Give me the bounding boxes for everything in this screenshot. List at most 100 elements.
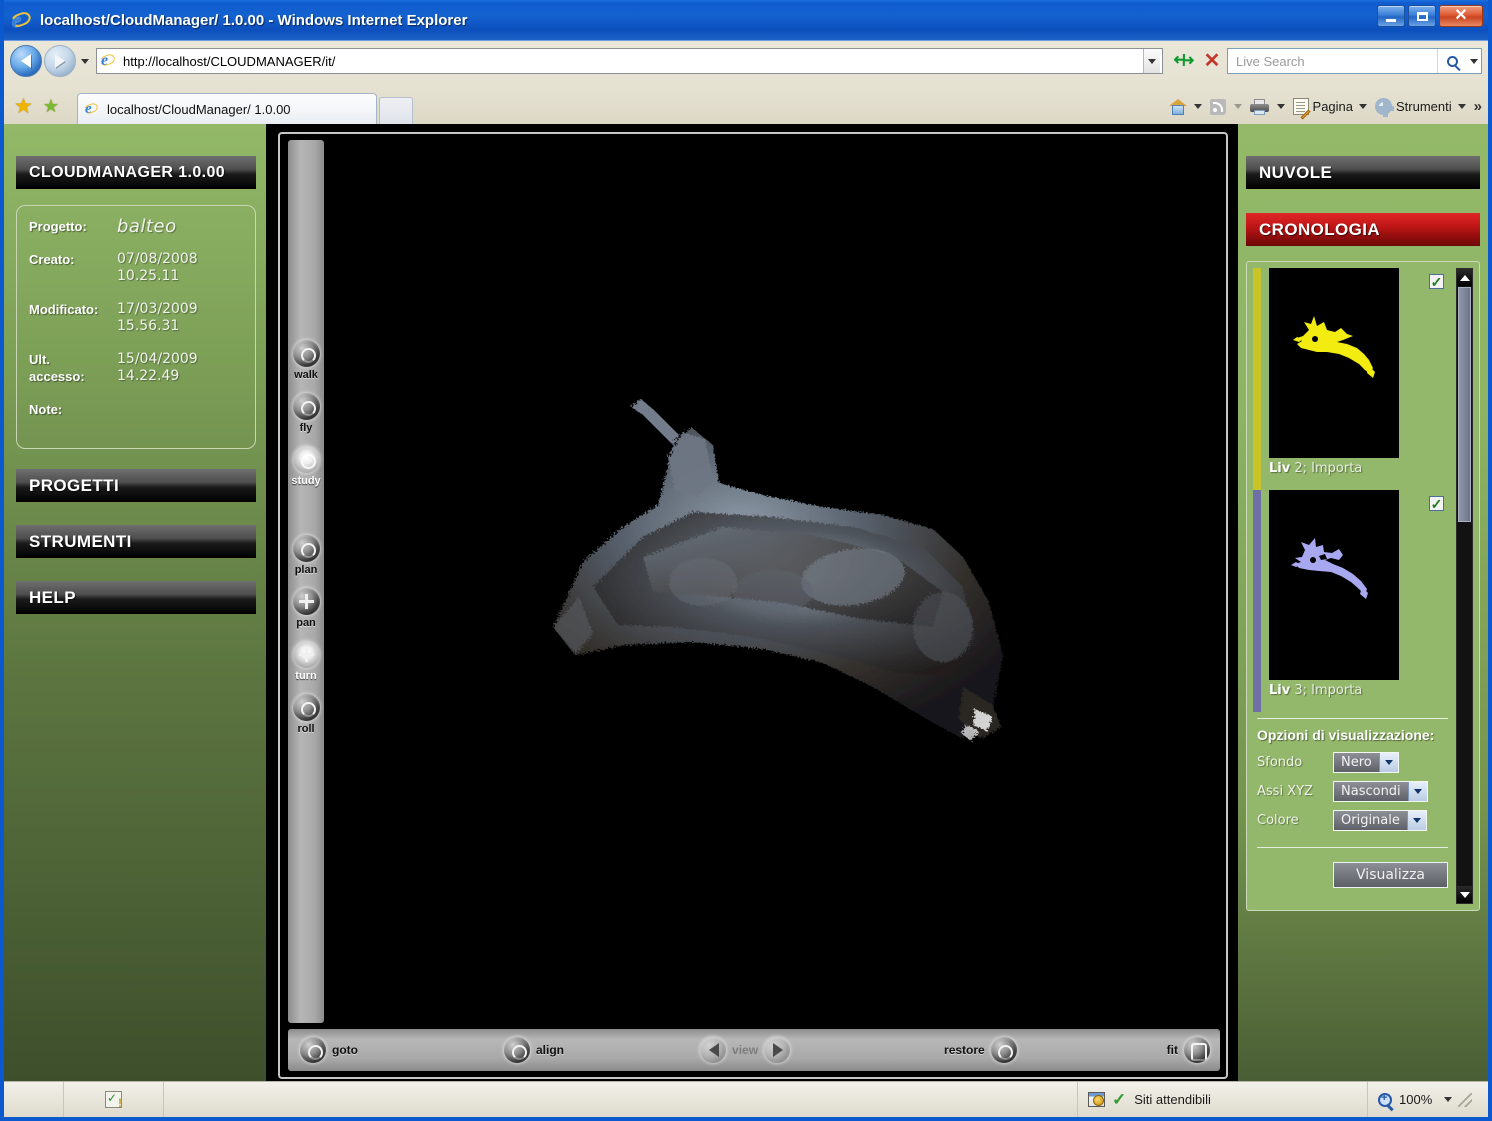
tabs-container: e localhost/CloudManager/ 1.0.00	[76, 93, 1165, 125]
tab-cloudmanager[interactable]: e localhost/CloudManager/ 1.0.00	[76, 93, 377, 125]
align-button[interactable]: align	[504, 1037, 570, 1063]
layer-visibility-checkbox[interactable]: ✓	[1429, 496, 1444, 511]
print-button[interactable]	[1246, 97, 1289, 117]
option-row-sfondo: Sfondo Nero	[1257, 752, 1448, 773]
zoom-dropdown-icon[interactable]	[1444, 1097, 1453, 1102]
model-viewer: walk fly study plan pan turn roll goto a…	[278, 132, 1228, 1079]
tool-pan[interactable]: pan	[288, 588, 324, 629]
sidebar-item-progetti[interactable]: PROGETTI	[16, 469, 256, 502]
search-box[interactable]: Live Search	[1227, 48, 1482, 74]
scroll-down-button[interactable]	[1457, 886, 1472, 903]
sfondo-select[interactable]: Nero	[1333, 752, 1399, 773]
tool-walk[interactable]: walk	[288, 340, 324, 381]
navigation-toolstrip: walk fly study plan pan turn roll	[288, 140, 324, 1023]
search-input[interactable]: Live Search	[1228, 54, 1437, 69]
scroll-up-button[interactable]	[1457, 269, 1472, 286]
restore-button[interactable]: restore	[938, 1037, 1017, 1063]
sidebar-item-help[interactable]: HELP	[16, 581, 256, 614]
render-canvas[interactable]	[326, 140, 1220, 1023]
search-provider-dropdown[interactable]	[1467, 58, 1481, 64]
layer-cloud-preview	[1293, 316, 1375, 378]
scrollbar-thumb[interactable]	[1458, 287, 1471, 522]
chevron-down-icon[interactable]	[1407, 782, 1427, 801]
colore-select[interactable]: Originale	[1333, 810, 1427, 831]
visualizza-button[interactable]: Visualizza	[1333, 862, 1448, 888]
tools-menu-label: Strumenti	[1396, 99, 1452, 114]
sidebar-item-strumenti[interactable]: STRUMENTI	[16, 525, 256, 558]
panel-header-cronologia[interactable]: CRONOLOGIA	[1246, 213, 1480, 246]
forward-button[interactable]	[44, 45, 76, 77]
tool-turn[interactable]: turn	[288, 641, 324, 682]
pan-icon	[292, 588, 320, 615]
home-button[interactable]	[1165, 97, 1206, 117]
page-content: CLOUDMANAGER 1.0.00 Progetto: balteo Cre…	[4, 124, 1488, 1081]
goto-button[interactable]: goto	[300, 1037, 364, 1063]
tab-title: localhost/CloudManager/ 1.0.00	[106, 102, 291, 117]
layer-visibility-checkbox[interactable]: ✓	[1429, 274, 1444, 289]
resize-grip[interactable]	[1458, 1092, 1473, 1107]
page-errors-indicator[interactable]	[64, 1082, 164, 1117]
chevron-down-icon[interactable]	[1378, 753, 1398, 772]
assi-select[interactable]: Nascondi	[1333, 781, 1428, 802]
address-bar[interactable]: e http://localhost/CLOUDMANAGER/it/	[96, 48, 1163, 74]
favorites-bar: ★ ★	[4, 96, 77, 125]
align-label: align	[536, 1043, 565, 1057]
panel-header-nuvole[interactable]: NUVOLE	[1246, 156, 1480, 189]
page-menu-button[interactable]: Pagina	[1289, 96, 1371, 120]
zoom-indicator[interactable]: 100%	[1368, 1082, 1488, 1117]
point-cloud-model	[553, 398, 1003, 741]
view-prev-button[interactable]: view	[700, 1037, 791, 1063]
new-tab-button[interactable]	[378, 97, 413, 125]
status-left-pad	[4, 1082, 64, 1117]
more-commands-icon[interactable]: »	[1474, 98, 1482, 115]
back-button[interactable]	[10, 45, 42, 77]
restore-icon	[990, 1037, 1017, 1063]
close-button[interactable]: ✕	[1439, 5, 1483, 27]
tool-roll[interactable]: roll	[288, 694, 324, 735]
tool-study[interactable]: study	[288, 446, 324, 487]
fit-button[interactable]: fit	[1161, 1037, 1210, 1063]
page-error-icon	[105, 1091, 122, 1109]
recent-pages-dropdown[interactable]	[78, 47, 92, 75]
notes-label: Note:	[29, 402, 63, 417]
status-bar: ✓ Siti attendibili 100%	[4, 1081, 1488, 1117]
assi-label: Assi XYZ	[1257, 784, 1313, 799]
fit-icon	[1184, 1037, 1210, 1063]
tool-plan[interactable]: plan	[288, 535, 324, 576]
command-bar: Pagina Strumenti »	[1165, 96, 1488, 125]
chevron-down-icon[interactable]	[1406, 811, 1426, 830]
stop-button[interactable]: ✕	[1197, 47, 1227, 75]
modified-row: Modificato: 17/03/2009 15.56.31	[29, 301, 243, 335]
fly-icon	[292, 393, 320, 420]
add-favorite-icon[interactable]: ★	[43, 96, 59, 117]
layer-name: Liv 3; Importa	[1269, 683, 1363, 698]
favorites-star-icon[interactable]: ★	[14, 96, 33, 117]
minimize-button[interactable]	[1377, 5, 1405, 27]
layer-thumbnail[interactable]	[1269, 490, 1399, 680]
layer-name: Liv 2; Importa	[1269, 461, 1363, 476]
layer-thumbnail[interactable]	[1269, 268, 1399, 458]
address-dropdown-button[interactable]	[1143, 49, 1160, 73]
list-item[interactable]: Liv 2; Importa ✓	[1253, 268, 1452, 490]
project-value: balteo	[117, 216, 177, 237]
sidebar-item-progetti-label: PROGETTI	[29, 475, 120, 495]
cronologia-scrollbar[interactable]	[1456, 268, 1473, 904]
goto-label: goto	[332, 1043, 358, 1057]
security-zone-indicator[interactable]: ✓ Siti attendibili	[1078, 1082, 1368, 1117]
search-submit-button[interactable]	[1437, 49, 1467, 73]
viewer-bottom-toolbar: goto align view restore fit	[288, 1029, 1220, 1071]
tool-walk-label: walk	[294, 369, 318, 381]
tools-menu-button[interactable]: Strumenti	[1371, 96, 1470, 117]
tool-pan-label: pan	[296, 617, 316, 629]
tool-fly[interactable]: fly	[288, 393, 324, 434]
page-menu-label: Pagina	[1312, 99, 1354, 114]
refresh-button[interactable]: ↵ ↵	[1167, 47, 1197, 75]
roll-icon	[292, 694, 320, 721]
feeds-button[interactable]	[1206, 97, 1246, 117]
list-item[interactable]: Liv 3; Importa ✓	[1253, 490, 1452, 712]
left-sidebar: CLOUDMANAGER 1.0.00 Progetto: balteo Cre…	[4, 124, 266, 1081]
maximize-button[interactable]	[1408, 5, 1436, 27]
view-next-icon[interactable]	[764, 1037, 791, 1063]
plan-icon	[292, 535, 320, 562]
last-access-time: 14.22.49	[117, 368, 180, 384]
